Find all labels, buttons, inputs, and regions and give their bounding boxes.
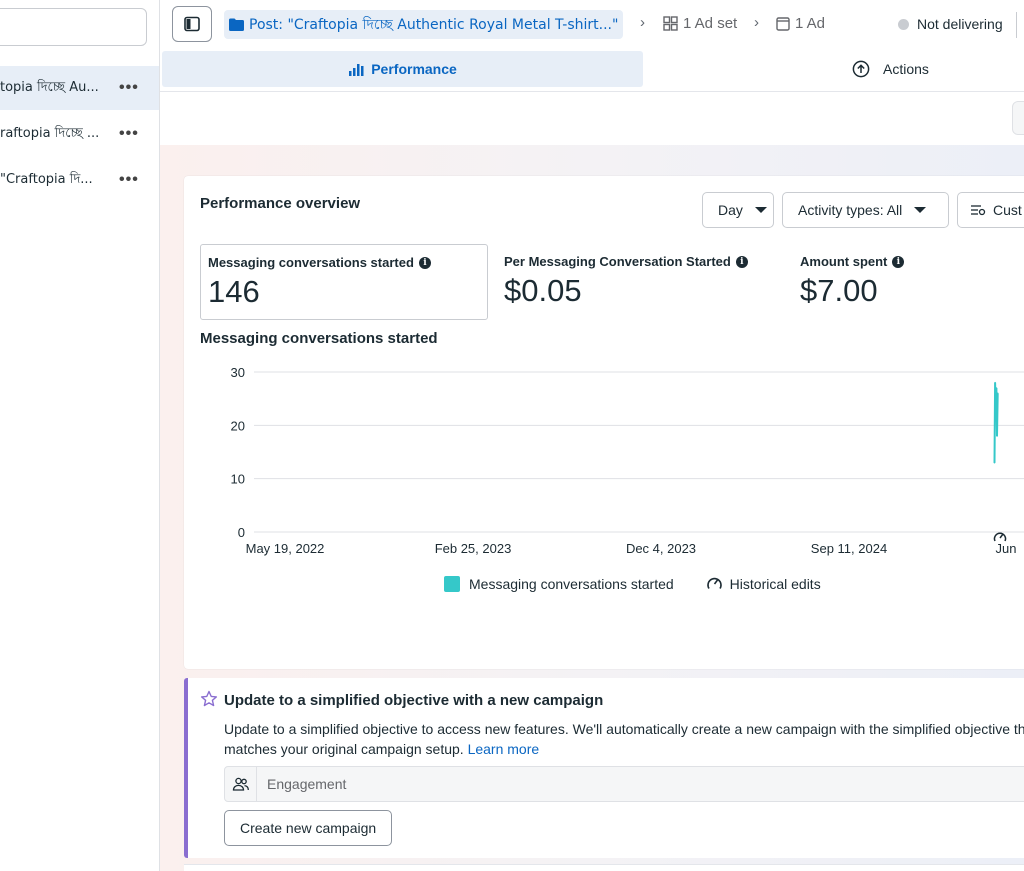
breadcrumb-post[interactable]: Post: "Craftopia দিচ্ছে Authentic Royal …	[224, 10, 624, 39]
chart-title: Messaging conversations started	[200, 330, 438, 347]
sidebar-item-label: raftopia দিচ্ছে ...	[0, 125, 100, 141]
data-point	[996, 392, 999, 395]
caret-down-icon	[754, 207, 767, 213]
metric-label: Amount spent i	[800, 254, 905, 269]
line-chart: 30 20 10 0May 19, 2022 Feb 25, 2023 Dec 4, 20…	[231, 365, 1024, 556]
info-icon[interactable]: i	[735, 255, 748, 268]
objective-field[interactable]: Engagement	[224, 766, 1024, 802]
breadcrumb-ad[interactable]: 1 Ad	[776, 15, 825, 32]
performance-overview-card: Performance overview Day Activity types:…	[184, 176, 1024, 669]
day-dropdown[interactable]: Day	[702, 192, 774, 228]
info-icon[interactable]: i	[418, 256, 431, 269]
activity-types-dropdown[interactable]: Activity types: All	[782, 192, 949, 228]
more-options-icon[interactable]: •••	[119, 171, 139, 189]
metric-cost-per-conversation[interactable]: Per Messaging Conversation Started i $0.0…	[497, 244, 785, 320]
gauge-icon	[706, 577, 722, 589]
metric-amount-spent[interactable]: Amount spent i $7.00	[793, 244, 1023, 320]
metric-messaging-conversations[interactable]: Messaging conversations started i 146	[200, 244, 488, 320]
people-icon	[225, 767, 257, 801]
star-icon	[200, 690, 218, 707]
legend-historical-label: Historical edits	[729, 575, 821, 592]
card-title: Performance overview	[200, 195, 361, 212]
sidebar-item-adset[interactable]: raftopia দিচ্ছে ... •••	[0, 112, 159, 156]
sidebar-toggle-button[interactable]	[172, 6, 212, 42]
legend-swatch	[444, 575, 460, 592]
chevron-right-icon: ›	[640, 14, 645, 31]
next-card-edge	[184, 864, 1024, 871]
activity-dropdown-label: Activity types: All	[798, 202, 903, 218]
chart-legend: Messaging conversations started Historic…	[444, 575, 821, 592]
metric-label: Per Messaging Conversation Started i	[504, 254, 748, 269]
legend-series-label: Messaging conversations started	[469, 575, 674, 592]
data-point	[995, 387, 998, 389]
data-point	[993, 461, 996, 464]
toolbar-band	[160, 92, 1024, 147]
tab-bar: Performance Actions	[160, 50, 1024, 92]
tab-actions-label: Actions	[883, 61, 929, 77]
sidebar-item-label: "Craftopia দি...	[0, 171, 93, 187]
y-tick-label: 20	[231, 418, 245, 433]
series-line	[993, 382, 999, 463]
x-tick-label: Jun	[996, 541, 1017, 556]
x-tick-label: Sep 11, 2024	[811, 541, 887, 556]
recommendation-body: Update to a simplified objective to acce…	[224, 721, 1024, 757]
sidebar-item-post[interactable]: topia দিচ্ছে Au... •••	[0, 66, 159, 110]
info-icon[interactable]: i	[892, 255, 905, 268]
y-tick-label: 30	[231, 365, 245, 380]
customize-button[interactable]: Cust	[957, 192, 1024, 228]
x-tick-label: Dec 4, 2023	[626, 541, 696, 556]
breadcrumb-adset-label: 1 Ad set	[683, 15, 738, 32]
toolbar-button[interactable]	[1012, 101, 1024, 135]
chevron-right-icon: ›	[754, 14, 759, 31]
tab-performance-label: Performance	[371, 61, 457, 77]
metric-value: 146	[208, 274, 260, 309]
y-tick-label: 10	[231, 472, 245, 487]
sidebar-toggle-icon	[184, 16, 200, 32]
create-new-campaign-button[interactable]: Create new campaign	[224, 810, 393, 846]
caret-down-icon	[914, 207, 927, 213]
data-point	[996, 435, 998, 437]
recommendation-card: Update to a simplified objective with a …	[184, 678, 1024, 858]
day-dropdown-label: Day	[718, 202, 743, 218]
divider	[1016, 12, 1017, 38]
ad-icon	[776, 16, 790, 31]
sidebar: topia দিচ্ছে Au... ••• raftopia দিচ্ছে .…	[0, 0, 160, 871]
metric-value: $0.05	[504, 273, 582, 308]
x-tick-label: May 19, 2022	[246, 541, 325, 556]
metric-value: $7.00	[800, 273, 878, 308]
sidebar-item-ad[interactable]: "Craftopia দি... •••	[0, 158, 159, 202]
sidebar-item-label: topia দিচ্ছে Au...	[0, 79, 99, 95]
customize-label: Cust	[993, 202, 1022, 218]
learn-more-link[interactable]: Learn more	[468, 741, 540, 757]
folder-icon	[229, 18, 244, 31]
breadcrumb-post-label: Post: "Craftopia দিচ্ছে Authentic Royal …	[249, 16, 619, 33]
bar-chart-icon	[349, 64, 364, 76]
breadcrumb-ad-label: 1 Ad	[795, 15, 826, 32]
metric-label: Messaging conversations started i	[208, 255, 431, 270]
more-options-icon[interactable]: •••	[119, 125, 139, 143]
breadcrumb-adset[interactable]: 1 Ad set	[663, 15, 737, 32]
recommendation-title: Update to a simplified objective with a …	[224, 692, 604, 709]
breadcrumb-bar: Post: "Craftopia দিচ্ছে Authentic Royal …	[160, 0, 1024, 50]
search-input[interactable]	[0, 8, 147, 46]
status-dot-icon	[898, 18, 909, 30]
tab-actions[interactable]: Actions	[852, 60, 929, 78]
y-tick-label: 0	[238, 525, 245, 540]
x-tick-label: Feb 25, 2023	[435, 541, 512, 556]
data-point	[994, 413, 997, 416]
legend-historical-edits: Historical edits	[706, 575, 821, 592]
objective-value: Engagement	[267, 776, 347, 792]
arrow-up-circle-icon	[852, 60, 870, 78]
tab-performance[interactable]: Performance	[162, 51, 643, 87]
more-options-icon[interactable]: •••	[119, 79, 139, 97]
settings-icon	[971, 205, 986, 216]
delivery-status: Not delivering	[898, 16, 1003, 32]
status-label: Not delivering	[917, 16, 1003, 32]
data-point	[994, 381, 996, 384]
historical-edit-marker[interactable]	[993, 532, 1007, 542]
grid-icon	[663, 16, 678, 31]
